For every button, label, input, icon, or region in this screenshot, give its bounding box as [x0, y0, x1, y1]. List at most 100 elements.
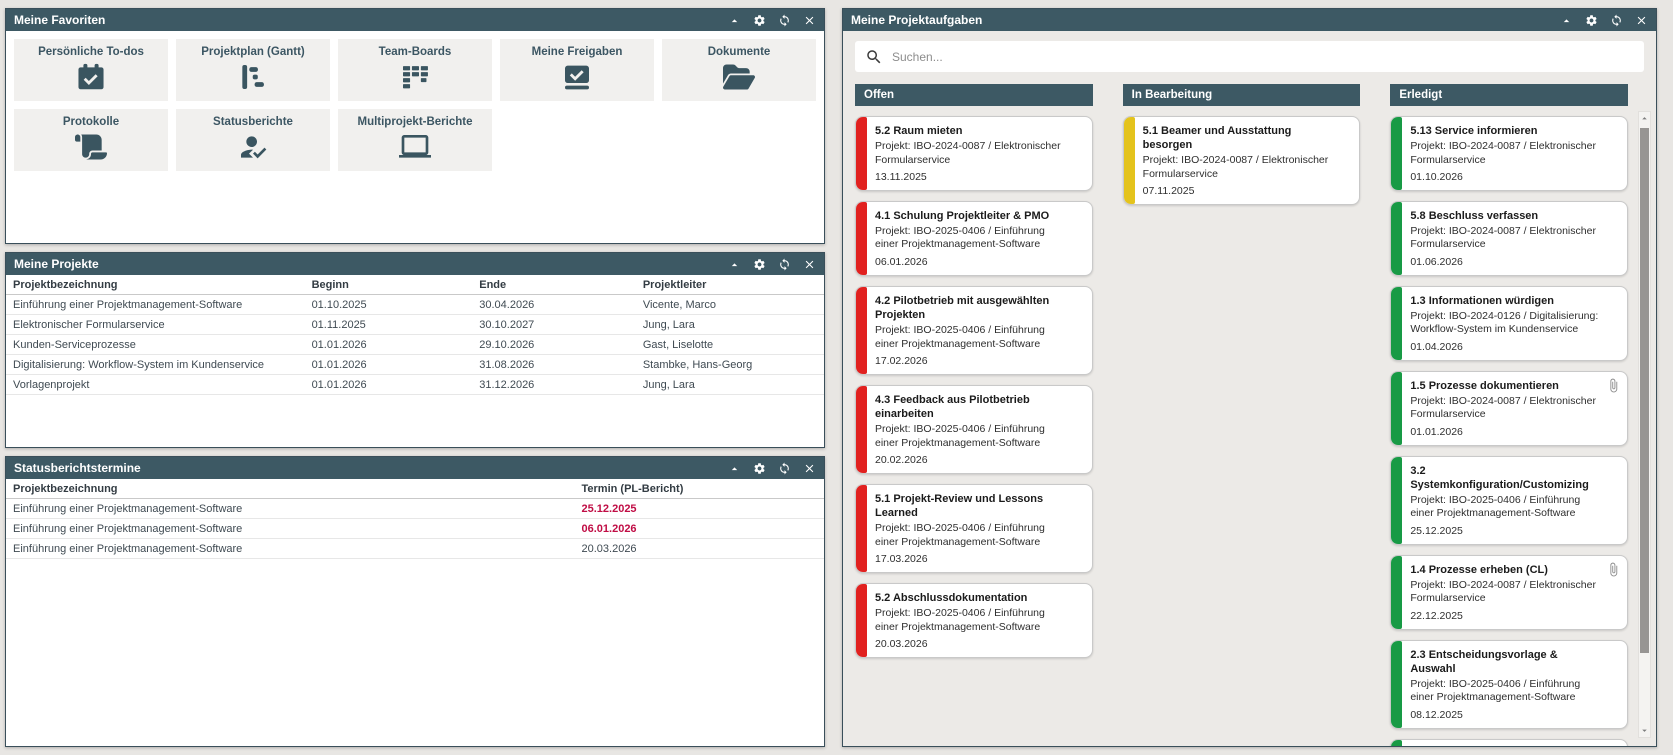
task-card[interactable]: 5.8 Beschluss verfassen Projekt: IBO-2024…	[1390, 200, 1629, 276]
collapse-icon[interactable]	[728, 14, 741, 27]
tasks-body: Offen 5.2 Raum mieten Projekt: IBO-2024-00…	[843, 31, 1656, 746]
collapse-icon[interactable]	[728, 258, 741, 271]
column-header[interactable]: Projektbezeichnung	[6, 275, 305, 295]
task-date: 22.12.2025	[1410, 609, 1463, 622]
table-row[interactable]: Einführung einer Projektmanagement-Softw…	[6, 294, 824, 315]
task-card[interactable]: 5.1 Beamer und Ausstattung besorgen Proje…	[1122, 116, 1361, 206]
task-title: 2.3 Entscheidungsvorlage & Auswahl	[1410, 648, 1558, 675]
project-name-cell: Einführung einer Projektmanagement-Softw…	[6, 518, 575, 539]
task-project: Projekt: IBO-2025-0406 / Einführung eine…	[1410, 493, 1581, 520]
status-body: Projektbezeichnung Termin (PL-Bericht) Ei…	[6, 479, 824, 746]
scroll-icon	[14, 131, 168, 165]
gear-icon[interactable]	[753, 258, 766, 271]
paperclip-icon	[1606, 378, 1621, 393]
refresh-icon[interactable]	[778, 14, 791, 27]
favorite-tile[interactable]: Persönliche To-dos	[14, 39, 168, 101]
task-date: 13.11.2025	[875, 170, 927, 183]
gear-icon[interactable]	[753, 14, 766, 27]
task-project: Projekt: IBO-2025-0406 / Einführung eine…	[875, 423, 1045, 449]
refresh-icon[interactable]	[1610, 14, 1623, 27]
panel-title: Meine Projekte	[14, 257, 99, 271]
task-date: 20.02.2026	[875, 453, 928, 466]
task-date: 01.04.2026	[1410, 340, 1463, 353]
task-card[interactable]: 2.2 Marktanalyse & AnbietervergleichProj…	[1390, 738, 1629, 746]
task-card[interactable]: 2.3 Entscheidungsvorlage & Auswahl Projek…	[1390, 639, 1629, 729]
table-row[interactable]: Elektronischer Formularservice 01.11.2025…	[6, 314, 824, 335]
task-title: 5.1 Beamer und Ausstattung besorgen	[1142, 125, 1292, 152]
favorite-tile[interactable]: Protokolle	[14, 109, 168, 171]
task-project: Projekt: IBO-2025-0406 / Einführung eine…	[875, 522, 1045, 548]
favorite-tile[interactable]: Meine Freigaben	[500, 39, 654, 101]
close-icon[interactable]	[803, 14, 816, 27]
kanban-board-icon	[338, 61, 492, 95]
kanban-column-header: Offen	[855, 84, 1093, 106]
task-date: 17.02.2026	[875, 354, 928, 367]
collapse-icon[interactable]	[1560, 14, 1573, 27]
projects-table: Projektbezeichnung Beginn Ende Projektleite…	[6, 275, 824, 395]
close-icon[interactable]	[803, 258, 816, 271]
task-card[interactable]: 5.2 Abschlussdokumentation Projekt: IBO-2…	[855, 583, 1093, 658]
task-title: 3.2 Systemkonfiguration/Customizing	[1410, 464, 1589, 491]
status-color-bar	[856, 484, 867, 572]
panel-header[interactable]: Meine Projektaufgaben	[843, 9, 1656, 31]
task-card[interactable]: 1.5 Prozesse dokumentieren Projekt: IBO-2…	[1390, 370, 1629, 446]
close-icon[interactable]	[803, 462, 816, 475]
close-icon[interactable]	[1635, 14, 1648, 27]
vertical-scrollbar[interactable]	[1638, 111, 1651, 738]
column-header[interactable]: Projektbezeichnung	[6, 479, 575, 499]
favorite-tile[interactable]: Multiprojekt-Berichte	[338, 109, 492, 171]
table-cell: Vicente, Marco	[635, 294, 824, 315]
column-header[interactable]: Ende	[472, 275, 636, 295]
panel-header[interactable]: Meine Projekte	[6, 253, 824, 275]
table-cell: 29.10.2026	[472, 334, 636, 355]
table-row[interactable]: Einführung einer Projektmanagement-Softw…	[6, 518, 824, 539]
table-cell: Vorlagenprojekt	[6, 374, 305, 395]
task-card[interactable]: 5.2 Raum mieten Projekt: IBO-2024-0087 / …	[855, 116, 1093, 191]
table-row[interactable]: Digitalisierung: Workflow-System im Kund…	[6, 354, 824, 375]
task-card[interactable]: 4.2 Pilotbetrieb mit ausgewählten Projek…	[855, 285, 1093, 375]
favorite-tile[interactable]: Dokumente	[662, 39, 816, 101]
task-card[interactable]: 1.4 Prozesse erheben (CL) Projekt: IBO-20…	[1390, 554, 1629, 630]
table-row[interactable]: Vorlagenprojekt 01.01.2026 31.12.2026 Jung,…	[6, 374, 824, 395]
panel-meine-projektaufgaben: Meine Projektaufgaben Offen 5.2 Raum miet…	[842, 8, 1657, 747]
gear-icon[interactable]	[1585, 14, 1598, 27]
task-card[interactable]: 5.13 Service informieren Projekt: IBO-202…	[1390, 116, 1629, 191]
table-row[interactable]: Einführung einer Projektmanagement-Softw…	[6, 538, 824, 559]
task-project: Projekt: IBO-2025-0406 / Einführung eine…	[875, 225, 1045, 251]
table-row[interactable]: Kunden-Serviceprozesse 01.01.2026 29.10.20…	[6, 334, 824, 355]
task-card[interactable]: 4.3 Feedback aus Pilotbetrieb einarbeite…	[855, 384, 1093, 474]
status-color-bar	[1391, 555, 1403, 629]
column-header[interactable]: Projektleiter	[635, 275, 824, 295]
scroll-down-icon[interactable]	[1639, 724, 1650, 737]
table-cell: Gast, Liselotte	[635, 334, 824, 355]
panel-header[interactable]: Statusberichtstermine	[6, 457, 824, 479]
task-card[interactable]: 3.2 Systemkonfiguration/Customizing Proje…	[1390, 455, 1629, 545]
search-input[interactable]	[892, 49, 1634, 64]
search-icon	[865, 48, 883, 66]
scrollbar-thumb[interactable]	[1640, 128, 1649, 653]
panel-header[interactable]: Meine Favoriten	[6, 9, 824, 31]
collapse-icon[interactable]	[728, 462, 741, 475]
favorite-tile[interactable]: Team-Boards	[338, 39, 492, 101]
column-header[interactable]: Termin (PL-Bericht)	[574, 479, 824, 499]
column-header[interactable]: Beginn	[304, 275, 473, 295]
gear-icon[interactable]	[753, 462, 766, 475]
favorite-tile[interactable]: Projektplan (Gantt)	[176, 39, 330, 101]
task-card[interactable]: 4.1 Schulung Projektleiter & PMO Projekt:…	[855, 200, 1093, 276]
refresh-icon[interactable]	[778, 258, 791, 271]
task-title: 4.1 Schulung Projektleiter & PMO	[875, 209, 1050, 222]
task-project: Projekt: IBO-2025-0406 / Einführung eine…	[1410, 677, 1581, 704]
task-card[interactable]: 1.3 Informationen würdigen Projekt: IBO-2…	[1390, 285, 1629, 361]
status-color-bar	[1391, 739, 1403, 746]
table-cell: 01.01.2026	[304, 354, 473, 375]
table-row[interactable]: Einführung einer Projektmanagement-Softw…	[6, 498, 824, 519]
refresh-icon[interactable]	[778, 462, 791, 475]
kanban-card-list: 5.13 Service informieren Projekt: IBO-202…	[1390, 116, 1629, 746]
table-cell: Jung, Lara	[635, 314, 824, 335]
favorite-tile-label: Persönliche To-dos	[38, 46, 144, 58]
favorite-tile-label: Protokolle	[62, 116, 120, 128]
favorite-tile[interactable]: Statusberichte	[176, 109, 330, 171]
task-card[interactable]: 5.1 Projekt-Review und Lessons Learned Pr…	[855, 483, 1093, 573]
scroll-up-icon[interactable]	[1639, 112, 1650, 125]
report-date-cell: 25.12.2025	[574, 498, 824, 519]
